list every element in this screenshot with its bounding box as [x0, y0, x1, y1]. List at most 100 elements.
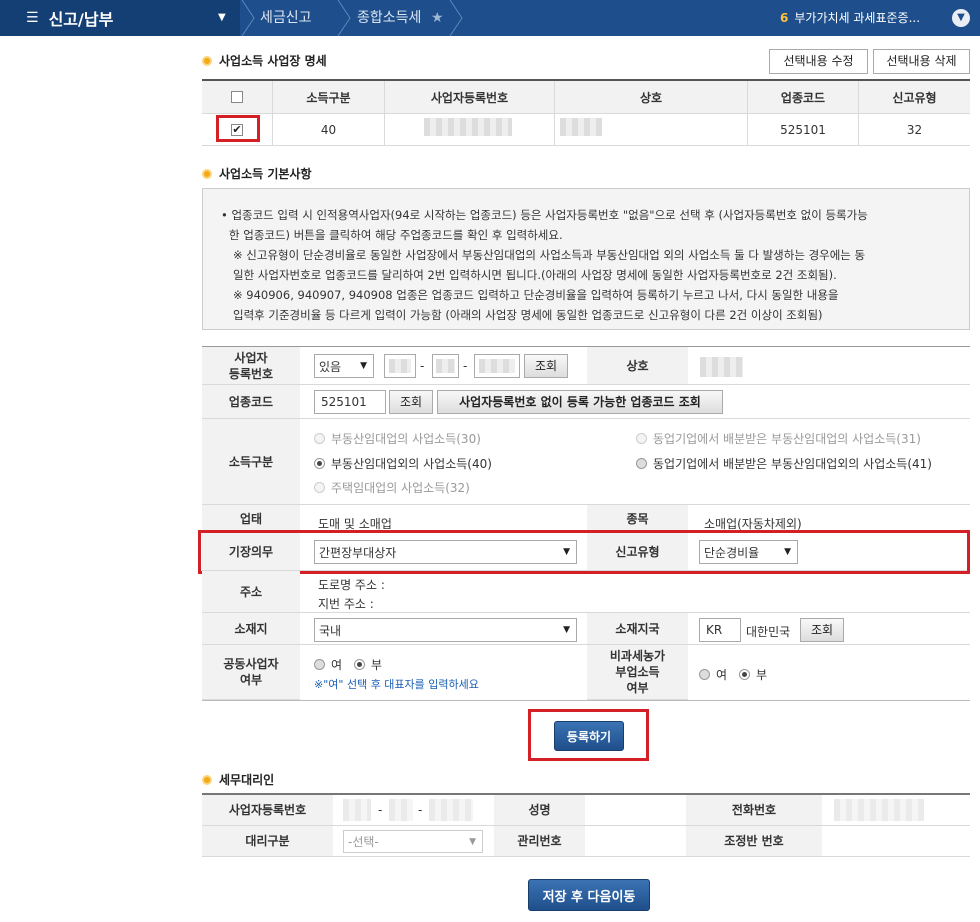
business-list-title: 사업소득 사업장 명세	[202, 52, 327, 69]
address-label: 주소	[202, 571, 300, 613]
form-top-border	[202, 346, 970, 347]
agent-type-value: -선택-	[348, 835, 379, 849]
agent-bizno-part1[interactable]	[343, 799, 371, 821]
star-icon[interactable]: ★	[431, 0, 444, 36]
radio-button-selected[interactable]	[314, 458, 325, 469]
agent-bizno-label: 사업자등록번호	[202, 795, 333, 826]
income-option-40[interactable]: 부동산임대업외의 사업소득(40)	[314, 455, 492, 472]
redacted-bizno-part1	[389, 359, 411, 373]
joint-no-option[interactable]: 부	[354, 656, 382, 673]
bullet-icon	[202, 55, 212, 66]
income-option-30[interactable]: 부동산임대업의 사업소득(30)	[314, 430, 481, 447]
industry-lookup-button[interactable]: 조회	[389, 390, 433, 414]
radio-button-selected[interactable]	[354, 659, 365, 670]
redacted-bizno-part3	[479, 359, 515, 373]
hamburger-icon: ☰	[26, 10, 39, 26]
select-all-cell	[202, 81, 273, 114]
bizno-exists-value: 있음	[319, 359, 342, 374]
caret-down-icon: ▼	[218, 12, 226, 23]
breadcrumb-tax-report[interactable]: 세금신고	[260, 0, 312, 36]
chevron-down-icon[interactable]: ▼	[952, 9, 970, 27]
col-header: 업종코드	[748, 81, 859, 114]
no-bizno-industry-lookup-button[interactable]: 사업자등록번호 없이 등록 가능한 업종코드 조회	[437, 390, 723, 414]
bizno-label: 사업자 등록번호	[202, 347, 300, 385]
breadcrumb-separator-icon	[241, 0, 255, 36]
country-label: 소재지국	[587, 613, 688, 645]
caret-down-icon: ▼	[563, 625, 570, 635]
notice-text: 부가가치세 과세표준증...	[794, 11, 921, 25]
road-address-label: 도로명 주소 :	[318, 578, 385, 592]
radio-button[interactable]	[314, 433, 325, 444]
dash-separator: -	[418, 803, 423, 817]
row-divider	[585, 825, 686, 826]
notice-line: 입력후 기준경비율 등 다르게 입력이 가능함 (아래의 사업장 명세에 동일한…	[233, 308, 823, 322]
save-and-next-button[interactable]: 저장 후 다음이동	[528, 879, 650, 911]
country-name: 대한민국	[746, 625, 791, 639]
bizno-exists-select[interactable]: 있음 ▼	[314, 354, 374, 378]
tax-agent-title: 세무대리인	[202, 771, 274, 788]
row-divider	[333, 825, 494, 826]
agent-bizno-part2[interactable]	[389, 799, 413, 821]
radio-button[interactable]	[699, 669, 710, 680]
manage-no-label: 관리번호	[494, 826, 585, 857]
income-option-41[interactable]: 동업기업에서 배분받은 부동산임대업외의 사업소득(41)	[636, 455, 932, 472]
adjust-no-label: 조정반 번호	[686, 826, 822, 857]
agent-type-label: 대리구분	[202, 826, 333, 857]
agent-phone-label: 전화번호	[686, 795, 822, 826]
table-cell-income-type: 40	[273, 114, 385, 146]
industry-code-label: 업종코드	[202, 385, 300, 419]
income-option-31[interactable]: 동업기업에서 배분받은 부동산임대업의 사업소득(31)	[636, 430, 921, 447]
bullet-icon	[202, 774, 212, 785]
notice-ticker[interactable]: 6 부가가치세 과세표준증...	[780, 0, 920, 36]
notice-line: • 업종코드 입력 시 인적용역사업자(94로 시작하는 업종코드) 등은 사업…	[221, 208, 868, 222]
highlight-box	[528, 709, 649, 761]
nontax-yes-option[interactable]: 여	[699, 666, 727, 683]
agent-name-label: 성명	[494, 795, 585, 826]
redacted-bizno	[424, 118, 512, 136]
notice-count: 6	[780, 11, 789, 25]
agent-bizno-part3[interactable]	[429, 799, 473, 821]
highlight-box	[216, 115, 260, 142]
breadcrumb-separator-icon	[337, 0, 351, 36]
joint-hint-text: ※"여" 선택 후 대표자를 입력하세요	[314, 678, 479, 691]
location-value: 국내	[319, 623, 342, 638]
table-cell-report-type: 32	[859, 114, 970, 146]
location-label: 소재지	[202, 613, 300, 645]
bullet-icon	[202, 168, 212, 179]
row-divider	[333, 856, 494, 857]
country-code-input[interactable]: KR	[699, 618, 741, 642]
trade-name-label: 상호	[587, 347, 688, 385]
radio-button[interactable]	[314, 659, 325, 670]
col-header: 소득구분	[273, 81, 385, 114]
radio-button[interactable]	[314, 482, 325, 493]
caret-down-icon: ▼	[360, 361, 367, 371]
country-lookup-button[interactable]: 조회	[800, 618, 844, 642]
radio-button-selected[interactable]	[739, 669, 750, 680]
notice-line: ※ 신고유형이 단순경비율로 동일한 사업장에서 부동산임대업의 사업소득과 부…	[233, 248, 866, 262]
lot-address-label: 지번 주소 :	[318, 597, 374, 611]
caret-down-icon: ▼	[469, 836, 476, 847]
notice-line: ※ 940906, 940907, 940908 업종은 업종코드 입력하고 단…	[233, 288, 839, 302]
agent-phone-input[interactable]	[834, 799, 924, 821]
redacted-trade-name	[560, 118, 602, 136]
edit-selected-button[interactable]: 선택내용 수정	[769, 49, 868, 74]
select-all-checkbox[interactable]	[231, 91, 243, 103]
row-divider	[822, 825, 970, 826]
row-divider	[300, 644, 587, 645]
industry-code-input[interactable]: 525101	[314, 390, 386, 414]
nontax-no-option[interactable]: 부	[739, 666, 767, 683]
dash-separator: -	[378, 803, 383, 817]
radio-button[interactable]	[636, 458, 647, 469]
breadcrumb-income-tax[interactable]: 종합소득세	[357, 0, 421, 36]
joint-yes-option[interactable]: 여	[314, 656, 342, 673]
main-menu-dropdown[interactable]: ☰ 신고/납부 ▼	[0, 0, 240, 36]
delete-selected-button[interactable]: 선택내용 삭제	[873, 49, 970, 74]
radio-button[interactable]	[636, 433, 647, 444]
location-select[interactable]: 국내 ▼	[314, 618, 577, 642]
highlight-box	[198, 530, 970, 574]
agent-type-select[interactable]: -선택- ▼	[343, 830, 483, 853]
income-option-32[interactable]: 주택임대업의 사업소득(32)	[314, 479, 470, 496]
redacted-trade-name-value	[700, 357, 743, 377]
bizno-lookup-button[interactable]: 조회	[524, 354, 568, 378]
income-type-label: 소득구분	[202, 419, 300, 505]
